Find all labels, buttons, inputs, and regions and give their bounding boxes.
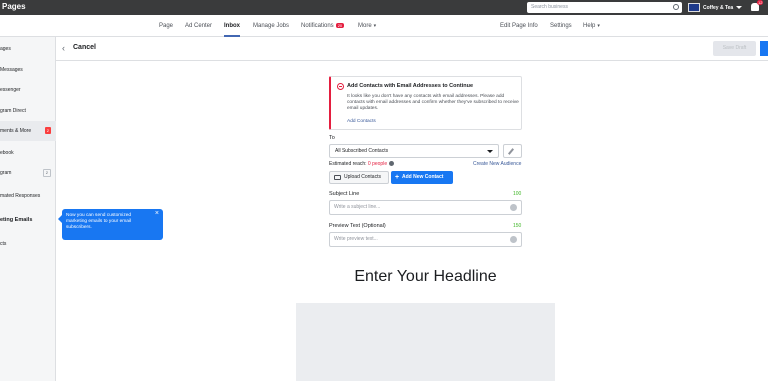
instagram-count: 2 [42,169,51,177]
back-arrow-icon[interactable]: ‹ [62,44,65,53]
inbox-sidebar: ages Messages essenger gram Direct ments… [0,37,56,381]
notification-count-badge: 12 [757,0,764,5]
sidebar-item-label: ages [0,46,11,52]
plus-icon: + [395,174,400,181]
send-button[interactable] [760,41,768,56]
folder-icon [334,175,341,180]
preview-char-counter: 150 [513,223,522,229]
save-draft-button[interactable]: Save Draft [713,41,756,56]
tab-ad-center[interactable]: Ad Center [185,15,212,37]
preview-placeholder: Write preview text... [334,236,378,242]
editor-header: ‹ Cancel Save Draft [56,37,768,61]
preview-label: Preview Text (Optional) [329,223,386,229]
sidebar-item-messages[interactable]: Messages [0,60,56,80]
add-contacts-link[interactable]: Add Contacts [347,119,376,124]
chevron-down-icon [487,150,493,153]
create-audience-link[interactable]: Create New Audience [473,161,521,167]
tab-more[interactable]: More ▾ [358,15,376,37]
sidebar-item-label: essenger [0,87,21,93]
sidebar-item-label: ebook [0,150,14,156]
add-contact-label: Add New Contact [402,174,444,180]
edit-audience-button[interactable] [503,144,522,158]
email-image-placeholder[interactable] [296,303,555,381]
sidebar-item-messenger[interactable]: essenger [0,80,56,100]
close-icon[interactable]: × [155,210,159,217]
subject-input[interactable]: Write a subject line... [329,200,522,215]
chevron-down-icon: ▾ [597,23,600,29]
add-new-contact-button[interactable]: + Add New Contact [391,171,453,184]
sidebar-item-label: eting Emails [0,217,33,223]
comments-count-badge: 2 [44,127,51,134]
app-title: Pages [2,2,26,11]
alert-title: Add Contacts with Email Addresses to Con… [347,83,474,89]
tab-inbox[interactable]: Inbox [224,15,240,37]
subject-char-counter: 100 [513,191,522,197]
search-icon[interactable] [673,4,679,10]
to-label: To [329,135,335,141]
sidebar-item-label: Messages [0,67,23,73]
top-bar: Pages Search business Coffey & Tea 12 [0,0,768,15]
search-input[interactable]: Search business [527,2,682,13]
reach-value: 0 people [367,161,388,167]
upload-contacts-button[interactable]: Upload Contacts [329,171,389,184]
sidebar-item-contacts[interactable]: cts [0,234,56,254]
tab-page[interactable]: Page [159,15,173,37]
settings-link[interactable]: Settings [550,15,572,37]
marketing-emails-tooltip: Now you can send customized marketing em… [58,209,163,240]
page-nav: Page Ad Center Inbox Manage Jobs Notific… [0,15,768,37]
sidebar-item-label: gram [0,170,12,176]
edit-page-info-link[interactable]: Edit Page Info [500,15,538,37]
sidebar-item-facebook[interactable]: ebook [0,143,56,163]
warning-icon [337,83,344,90]
sidebar-item-automated-responses[interactable]: mated Responses [0,186,56,206]
tooltip-text: Now you can send customized marketing em… [66,213,132,230]
info-icon[interactable] [388,161,394,167]
page-logo-icon [688,3,700,12]
sidebar-item-instagram[interactable]: gram 2 [0,163,56,183]
tab-manage-jobs[interactable]: Manage Jobs [253,15,289,37]
tab-more-label: More [358,23,372,29]
sidebar-item-marketing-emails[interactable]: eting Emails [0,210,56,230]
chevron-down-icon: ▾ [373,23,377,29]
email-headline[interactable]: Enter Your Headline [296,268,555,286]
sidebar-item-label: ments & More [0,128,32,134]
page-name: Coffey & Tea [703,4,734,11]
estimated-reach: Estimated reach: 0 people [329,161,394,167]
page-switcher[interactable]: Coffey & Tea [688,2,743,13]
sidebar-item-label: cts [0,241,7,247]
sidebar-item-label: mated Responses [0,193,41,199]
tab-notifications[interactable]: Notifications 20 [301,15,345,37]
notifications-badge: 20 [335,23,345,28]
subject-label: Subject Line [329,191,360,197]
emoji-icon[interactable] [510,204,517,211]
reach-label: Estimated reach: [329,161,367,167]
sidebar-item-label: gram Direct [0,108,26,114]
help-label: Help [583,23,596,29]
pencil-icon [507,148,515,155]
sidebar-item-comments[interactable]: ments & More 2 [0,121,56,141]
upload-contacts-label: Upload Contacts [344,174,381,180]
sidebar-item-pages[interactable]: ages [0,39,56,59]
emoji-icon[interactable] [510,236,517,243]
audience-select[interactable]: All Subscribed Contacts [329,144,499,158]
help-menu[interactable]: Help ▾ [583,15,600,37]
sidebar-item-instagram-direct[interactable]: gram Direct [0,101,56,121]
audience-value: All Subscribed Contacts [335,148,389,154]
cancel-button[interactable]: Cancel [73,44,96,51]
search-placeholder: Search business [531,4,568,10]
contacts-alert: Add Contacts with Email Addresses to Con… [329,76,522,130]
tab-notifications-label: Notifications [301,23,334,29]
preview-input[interactable]: Write preview text... [329,232,522,247]
chevron-down-icon [736,6,743,9]
subject-placeholder: Write a subject line... [334,204,381,210]
alert-body: It looks like you don't have any contact… [347,94,519,111]
